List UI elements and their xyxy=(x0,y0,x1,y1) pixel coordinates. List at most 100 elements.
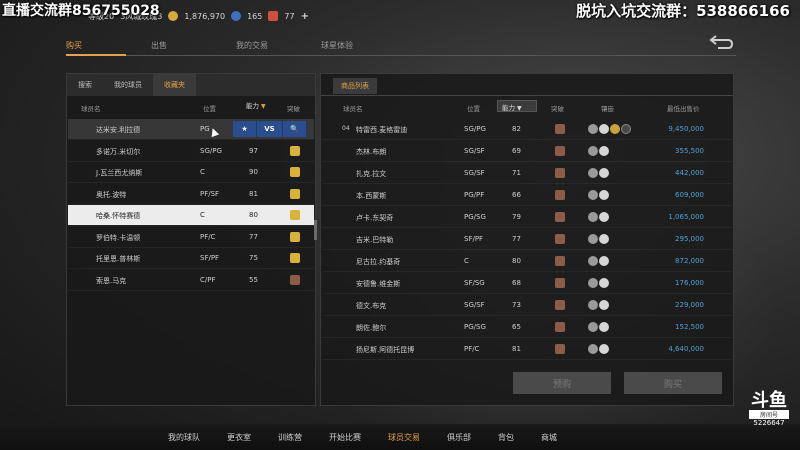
slot-gem-icon xyxy=(588,278,598,288)
subtab[interactable]: 收藏夹 xyxy=(153,74,196,96)
min-price: 9,450,000 xyxy=(668,125,704,133)
signal-icon xyxy=(84,254,92,262)
col-position: 位置 xyxy=(467,105,480,113)
player-name: 朗佐.鲍尔 xyxy=(356,324,387,332)
preorder-button[interactable]: 预购 xyxy=(513,372,611,394)
breakthrough-badge-icon xyxy=(555,300,565,310)
slot-gem-icon xyxy=(588,256,598,266)
star-count: 165 xyxy=(247,11,263,21)
ability-sort[interactable]: 能力 ▼ xyxy=(242,99,272,111)
main-tab[interactable]: 我的交易 xyxy=(236,40,321,54)
row-divider xyxy=(322,337,732,338)
slot-gem-icon xyxy=(599,168,609,178)
min-price: 176,000 xyxy=(675,279,704,287)
signal-icon xyxy=(342,279,350,287)
bottom-nav-item[interactable]: 背包 xyxy=(498,432,514,443)
table-row[interactable]: 卢卡.东契奇 PG/SG 79 1,065,000 xyxy=(322,207,732,227)
search-icon[interactable]: 🔍 xyxy=(283,121,307,137)
col-player-name: 球员名 xyxy=(81,105,101,113)
subtab[interactable]: 我的球员 xyxy=(103,74,153,96)
bottom-nav-item[interactable]: 球员交易 xyxy=(388,432,420,443)
list-item[interactable]: 哈桑.怀特赛德 C 80 xyxy=(68,205,314,225)
back-icon[interactable] xyxy=(708,34,734,50)
table-row[interactable]: 德文.布克 SG/SF 73 229,000 xyxy=(322,295,732,315)
compare-vs-button[interactable]: VS xyxy=(257,121,283,137)
list-item[interactable]: 托里恩.普林斯 SF/PF 75 xyxy=(68,248,314,268)
list-item[interactable]: 索恩.马克 C/PF 55 xyxy=(68,270,314,290)
signal-icon xyxy=(342,213,350,221)
player-ability: 79 xyxy=(512,213,521,221)
table-row[interactable]: 朗佐.鲍尔 PG/SG 65 152,500 xyxy=(322,317,732,337)
signal-icon xyxy=(84,211,92,219)
list-item[interactable]: 多诺万.米切尔 SG/PG 97 xyxy=(68,141,314,161)
row-divider xyxy=(322,183,732,184)
bottom-nav-item[interactable]: 我的球队 xyxy=(168,432,200,443)
player-ability: 80 xyxy=(512,257,521,265)
breakthrough-badge-icon xyxy=(290,231,300,242)
bottom-nav-item[interactable]: 商城 xyxy=(541,432,557,443)
min-price: 4,640,000 xyxy=(668,345,704,353)
player-name: 卢卡.东契奇 xyxy=(356,214,394,222)
col-breakthrough: 突破 xyxy=(551,105,564,113)
min-price: 609,000 xyxy=(675,191,704,199)
breakthrough-badge-icon xyxy=(555,344,565,354)
player-ability: 68 xyxy=(512,279,521,287)
bottom-nav-item[interactable]: 更衣室 xyxy=(227,432,251,443)
table-row[interactable]: 尼古拉.约基奇 C 80 872,000 xyxy=(322,251,732,271)
table-row[interactable]: 本.西蒙斯 PG/PF 66 609,000 xyxy=(322,185,732,205)
main-tab[interactable]: 球星体验 xyxy=(321,40,406,54)
left-scrollbar[interactable] xyxy=(314,220,317,240)
table-row[interactable]: 扬尼斯.阿德托昆博 PF/C 81 4,640,000 xyxy=(322,339,732,359)
slot-gem-icon xyxy=(599,212,609,222)
min-price: 1,065,000 xyxy=(668,213,704,221)
main-tab[interactable]: 出售 xyxy=(151,40,236,54)
main-tabs: 购买 出售 我的交易 球星体验 xyxy=(66,40,736,54)
list-item[interactable]: 罗伯特.卡温顿 PF/C 77 xyxy=(68,227,314,247)
player-position: PF/SF xyxy=(200,189,220,198)
player-name: 奥托.波特 xyxy=(96,190,127,199)
player-name: 多诺万.米切尔 xyxy=(96,147,141,156)
player-name: 罗伯特.卡温顿 xyxy=(96,233,141,242)
signal-icon xyxy=(84,233,92,241)
add-currency-button[interactable]: + xyxy=(301,11,309,22)
table-row[interactable]: 杰林.布朗 SG/SF 69 355,500 xyxy=(322,141,732,161)
bottom-nav-item[interactable]: 俱乐部 xyxy=(447,432,471,443)
player-name: 托里恩.普林斯 xyxy=(96,255,141,263)
slot-gem-icon xyxy=(588,212,598,222)
table-row[interactable]: 扎克.拉文 SG/SF 71 442,000 xyxy=(322,163,732,183)
buy-button[interactable]: 购买 xyxy=(624,372,722,394)
subtab[interactable]: 搜索 xyxy=(67,74,103,96)
player-ability: 81 xyxy=(512,345,521,353)
ability-sort-dropdown[interactable]: 能力 ▼ xyxy=(497,100,537,112)
table-row[interactable]: 吉米.巴特勒 SF/PF 77 295,000 xyxy=(322,229,732,249)
signal-icon xyxy=(342,191,350,199)
star-currency-icon xyxy=(231,11,242,21)
favorite-star-button[interactable]: ★ xyxy=(233,121,257,137)
player-position: SG/PG xyxy=(200,146,222,155)
table-row[interactable]: 安德鲁.维金斯 SF/SG 68 176,000 xyxy=(322,273,732,293)
right-tabs-divider xyxy=(321,95,733,96)
player-name: 特雷西.麦格雷迪 xyxy=(356,126,408,134)
slot-gem-icon xyxy=(599,278,609,288)
table-row[interactable]: 04 特雷西.麦格雷迪 SG/PG 82 9,450,000 xyxy=(322,119,732,139)
list-item[interactable]: 奥托.波特 PF/SF 81 xyxy=(68,184,314,204)
row-divider xyxy=(322,359,732,360)
signal-icon xyxy=(342,235,350,243)
slot-gem-icon xyxy=(588,168,598,178)
player-name: 尼古拉.约基奇 xyxy=(356,258,401,266)
breakthrough-badge-icon xyxy=(555,190,565,200)
bottom-nav-item[interactable]: 训练营 xyxy=(278,432,302,443)
breakthrough-badge-icon xyxy=(555,322,565,332)
slot-gem-icon xyxy=(599,344,609,354)
list-item[interactable]: J.瓦兰西尤纳斯 C 90 xyxy=(68,162,314,182)
main-tab[interactable]: 购买 xyxy=(66,40,151,54)
tab-product-list[interactable]: 商品列表 xyxy=(333,78,377,94)
player-ability: 69 xyxy=(512,147,521,155)
signal-icon xyxy=(84,168,92,176)
player-position: PF/C xyxy=(464,345,480,353)
active-tab-underline xyxy=(66,54,126,56)
douyu-logo: 斗鱼 xyxy=(751,390,787,411)
slot-gem-icon xyxy=(621,124,631,134)
player-ability: 71 xyxy=(512,169,521,177)
bottom-nav-item[interactable]: 开始比赛 xyxy=(329,432,361,443)
